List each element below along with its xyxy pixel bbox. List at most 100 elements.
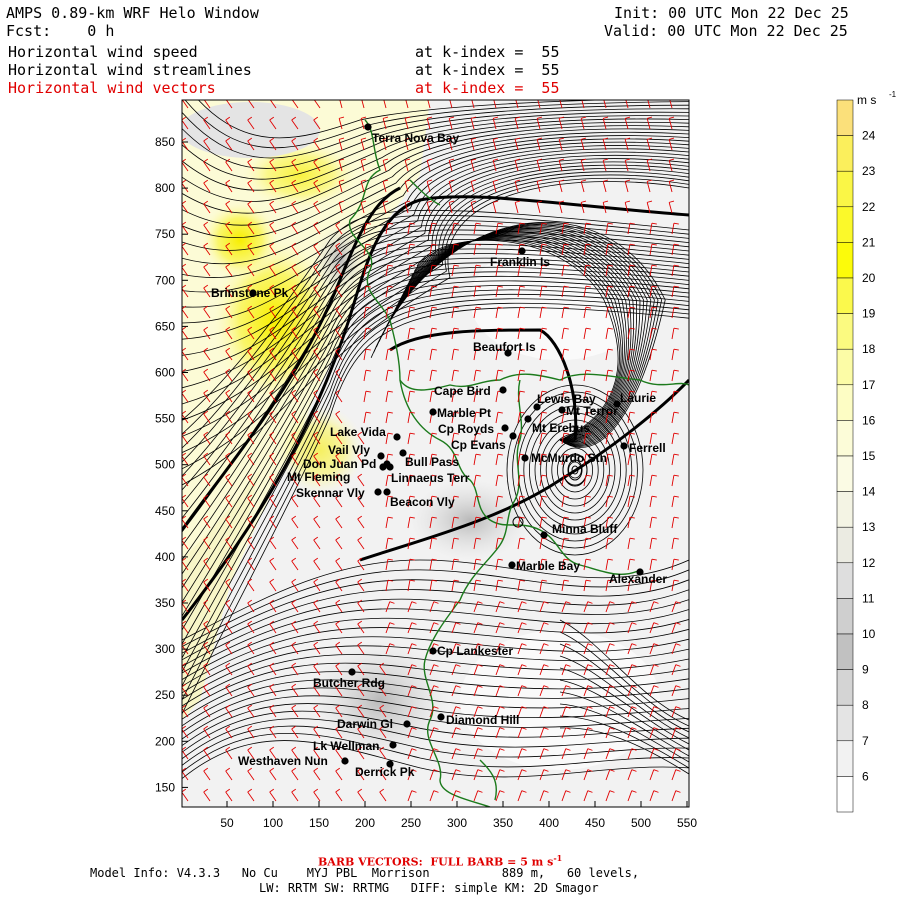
x-tick-label: 300 xyxy=(447,816,467,830)
x-tick-label: 400 xyxy=(539,816,559,830)
wind-barb-flag xyxy=(314,96,318,99)
wind-max-2 xyxy=(200,200,280,280)
x-tick-label: 250 xyxy=(401,816,421,830)
barb-note-exp: -1 xyxy=(553,853,563,863)
x-tick-label: 350 xyxy=(493,816,513,830)
place-label: Derrick Pk xyxy=(355,765,415,779)
place-label: Terra Nova Bay xyxy=(372,131,459,145)
place-label: Mt Fleming xyxy=(287,470,350,484)
place-label: Westhaven Nun xyxy=(238,754,328,768)
colorbar-segment xyxy=(836,348,854,386)
y-tick-label: 700 xyxy=(155,273,175,287)
low-wind-center xyxy=(410,480,530,560)
place-label: Linnaeus Terr xyxy=(391,471,470,485)
place-label: Butcher Rdg xyxy=(313,676,385,690)
place-label: Cape Bird xyxy=(434,384,491,398)
wind-barb-flag xyxy=(292,96,296,99)
colorbar-unit: m s xyxy=(857,93,876,107)
y-tick-label: 200 xyxy=(155,734,175,748)
wind-barb-flag xyxy=(647,96,652,97)
y-tick-label: 800 xyxy=(155,181,175,195)
x-tick-label: 50 xyxy=(220,816,234,830)
wind-barb-flag xyxy=(248,96,252,99)
colorbar-segment xyxy=(836,313,854,350)
colorbar-label: 7 xyxy=(862,734,869,748)
place-label: Skennar Vly xyxy=(296,486,365,500)
place-label: Cp Royds xyxy=(438,422,494,436)
y-tick-label: 350 xyxy=(155,596,175,610)
place-label: Ferrell xyxy=(629,441,666,455)
place-label: Bull Pass xyxy=(405,455,459,469)
colorbar-segment xyxy=(836,633,854,670)
wind-barb-flag xyxy=(471,96,476,97)
x-tick-label: 150 xyxy=(309,816,329,830)
y-tick-label: 250 xyxy=(155,688,175,702)
colorbar-segment xyxy=(836,776,854,813)
colorbar: 24 23 22 21 20 19 18 17 16 15 14 13 12 11 10 9 8 7 6 xyxy=(836,99,876,813)
place-dot xyxy=(341,757,349,765)
place-dot xyxy=(364,123,372,131)
colorbar-segment xyxy=(836,384,854,421)
place-dot xyxy=(540,531,548,539)
x-tick-label: 550 xyxy=(677,816,697,830)
place-label: Lake Vida xyxy=(330,425,386,439)
wind-barb-flag xyxy=(603,96,608,97)
place-dot xyxy=(518,247,526,255)
colorbar-label: 9 xyxy=(862,663,869,677)
x-tick-label: 100 xyxy=(263,816,283,830)
wind-barb-flag xyxy=(449,96,454,97)
place-dot xyxy=(437,713,445,721)
colorbar-segment xyxy=(836,455,854,492)
wind-barb-flag xyxy=(182,96,186,99)
colorbar-segment xyxy=(836,704,854,742)
colorbar-segment xyxy=(836,170,854,208)
x-tick-label: 200 xyxy=(355,816,375,830)
colorbar-label: 11 xyxy=(862,591,875,605)
place-label: Diamond Hill xyxy=(446,713,519,727)
colorbar-label: 15 xyxy=(862,449,876,463)
colorbar-unit-exp: -1 xyxy=(889,90,897,99)
model-info: Model Info: V4.3.3 No Cu MYJ PBL Morriso… xyxy=(90,866,640,880)
place-dot xyxy=(558,406,566,414)
place-dot xyxy=(521,454,529,462)
wind-barb-flag xyxy=(669,96,674,97)
colorbar-label: 16 xyxy=(862,413,876,427)
colorbar-label: 17 xyxy=(862,378,876,392)
place-label: Alexander xyxy=(609,572,667,586)
colorbar-label: 13 xyxy=(862,520,876,534)
colorbar-label: 18 xyxy=(862,342,876,356)
wind-barb-flag xyxy=(625,96,630,97)
wind-barb-flag xyxy=(581,96,586,97)
colorbar-label: 22 xyxy=(862,200,876,214)
wind-barb-flag xyxy=(339,96,344,97)
plot-area xyxy=(182,96,689,807)
place-label: Mt Terror xyxy=(566,404,618,418)
colorbar-label: 21 xyxy=(862,235,876,249)
colorbar-segment xyxy=(836,99,854,136)
place-dot xyxy=(620,442,628,450)
y-axis: 850 800 750 700 650 600 550 500 450 400 350 300 250 2… xyxy=(155,135,188,794)
wind-barb-flag xyxy=(537,96,542,97)
y-tick-label: 400 xyxy=(155,550,175,564)
colorbar-segment xyxy=(836,562,854,599)
place-dot xyxy=(429,408,437,416)
place-dot xyxy=(429,647,437,655)
place-label: Lk Wellman xyxy=(313,739,379,753)
place-dot xyxy=(377,452,385,460)
y-tick-label: 850 xyxy=(155,135,175,149)
place-dot xyxy=(501,424,509,432)
colorbar-segment xyxy=(836,242,854,279)
wind-map: 50 100 150 200 250 300 350 400 450 500 550 850 800 7… xyxy=(155,90,897,830)
place-dot xyxy=(374,488,382,496)
y-tick-label: 150 xyxy=(155,780,175,794)
place-dot xyxy=(403,720,411,728)
colorbar-segment xyxy=(836,526,854,564)
colorbar-segment xyxy=(836,277,854,314)
wind-barb-flag xyxy=(405,96,410,97)
place-label: Beacon Vly xyxy=(390,495,455,509)
wind-barb-flag xyxy=(383,96,388,97)
y-tick-label: 300 xyxy=(155,642,175,656)
colorbar-label: 20 xyxy=(862,271,876,285)
place-dot xyxy=(379,463,387,471)
wind-barb-flag xyxy=(515,96,520,97)
